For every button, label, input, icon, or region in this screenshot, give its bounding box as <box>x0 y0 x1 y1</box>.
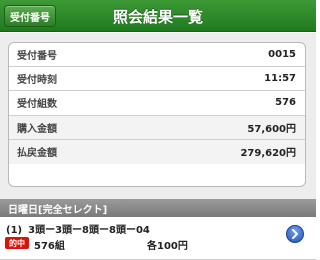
summary-value: 11:57 <box>264 73 296 85</box>
bet-combination-line: (1) 3頭ー3頭ー8頭ー8頭ー04 <box>6 221 150 236</box>
bet-unit-price: 各100円 <box>147 241 188 252</box>
summary-value: 0015 <box>268 49 296 61</box>
chevron-right-icon-glyph <box>292 229 298 239</box>
summary-label: 受付番号 <box>17 51 57 63</box>
bet-number: (1) <box>6 225 23 236</box>
hit-badge: 的中 <box>5 237 29 249</box>
summary-row-set-count: 受付組数 576 <box>9 91 305 116</box>
header-bar: 受付番号 照会結果一覧 <box>0 0 316 32</box>
bet-combination: 3頭ー3頭ー8頭ー8頭ー04 <box>28 225 150 236</box>
summary-value: 57,600円 <box>247 123 296 135</box>
summary-value: 279,620円 <box>240 148 296 160</box>
summary-label: 払戻金額 <box>17 148 57 160</box>
summary-value: 576 <box>275 97 296 109</box>
summary-panel: 受付番号 0015 受付時刻 11:57 受付組数 576 購入金額 57,60… <box>8 42 306 187</box>
summary-row-receipt-number: 受付番号 0015 <box>9 43 305 68</box>
back-button[interactable]: 受付番号 <box>4 5 56 27</box>
bet-list-item[interactable]: (1) 3頭ー3頭ー8頭ー8頭ー04 的中 576組 各100円 <box>0 217 316 260</box>
chevron-right-icon[interactable] <box>286 225 304 243</box>
summary-label: 購入金額 <box>17 123 57 135</box>
summary-row-receipt-time: 受付時刻 11:57 <box>9 67 305 92</box>
bet-count: 576組 <box>34 241 65 252</box>
page-title: 照会結果一覧 <box>112 7 203 26</box>
summary-label: 受付時刻 <box>17 75 57 87</box>
section-header: 日曜日[完全セレクト] <box>0 199 316 217</box>
summary-row-payout-amount: 払戻金額 279,620円 <box>9 139 305 164</box>
summary-label: 受付組数 <box>17 99 57 111</box>
summary-row-purchase-amount: 購入金額 57,600円 <box>9 115 305 140</box>
